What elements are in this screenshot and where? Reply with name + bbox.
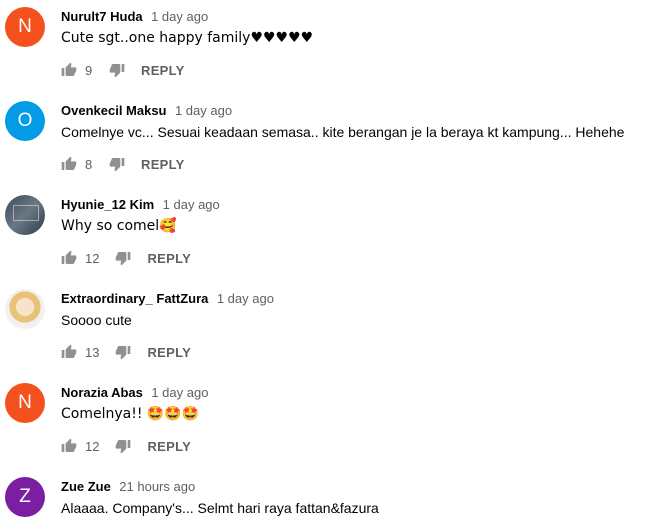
author-name[interactable]: Extraordinary_ FattZura [61, 291, 208, 306]
comment-thread: Hyunie_12 Kim 1 day ago Why so comel🥰 12… [0, 188, 646, 282]
like-count: 12 [85, 250, 100, 266]
comment-timestamp[interactable]: 1 day ago [163, 197, 220, 212]
avatar[interactable]: N [5, 7, 45, 47]
comment-thread: Z Zue Zue 21 hours ago Alaaaa. Company's… [0, 470, 646, 525]
comment-text: Alaaaa. Company's... Selmt hari raya fat… [61, 500, 379, 516]
thumbs-down-icon[interactable] [109, 62, 125, 78]
comment-header: Extraordinary_ FattZura 1 day ago [61, 290, 274, 308]
comment-text: Comelnye vc... Sesuai keadaan semasa.. k… [61, 124, 625, 140]
thumbs-up-icon[interactable] [61, 344, 77, 360]
reply-button[interactable]: REPLY [141, 63, 185, 78]
comment-timestamp[interactable]: 1 day ago [151, 385, 208, 400]
comment-text: Soooo cute [61, 312, 132, 328]
comment-timestamp[interactable]: 21 hours ago [119, 479, 195, 494]
thumbs-up-icon[interactable] [61, 156, 77, 172]
author-name[interactable]: Zue Zue [61, 479, 111, 494]
comment-thread: N Nurult7 Huda 1 day ago Cute sgt..one h… [0, 0, 646, 94]
comment-actions: 9 REPLY [61, 61, 185, 79]
thumbs-down-icon[interactable] [115, 250, 131, 266]
comment-thread: Extraordinary_ FattZura 1 day ago Soooo … [0, 282, 646, 376]
reply-button[interactable]: REPLY [147, 251, 191, 266]
comment-header: Norazia Abas 1 day ago [61, 384, 208, 402]
thumbs-down-icon[interactable] [109, 156, 125, 172]
avatar[interactable] [5, 195, 45, 235]
comment-actions: 12 REPLY [61, 249, 191, 267]
comment-thread: N Norazia Abas 1 day ago Comelnya!! 🤩🤩🤩 … [0, 376, 646, 470]
thumbs-up-icon[interactable] [61, 250, 77, 266]
comment-actions: 12 REPLY [61, 437, 191, 455]
author-name[interactable]: Hyunie_12 Kim [61, 197, 154, 212]
like-count: 13 [85, 344, 100, 360]
thumbs-up-icon[interactable] [61, 438, 77, 454]
comment-header: Zue Zue 21 hours ago [61, 478, 195, 496]
reply-button[interactable]: REPLY [147, 439, 191, 454]
comment-text: Comelnya!! 🤩🤩🤩 [61, 406, 200, 422]
thumbs-down-icon[interactable] [115, 438, 131, 454]
thumbs-up-icon[interactable] [61, 62, 77, 78]
comment-actions: 8 REPLY [61, 155, 185, 173]
reply-button[interactable]: REPLY [147, 345, 191, 360]
avatar[interactable]: O [5, 101, 45, 141]
avatar[interactable] [5, 289, 45, 329]
like-count: 8 [85, 156, 93, 172]
author-name[interactable]: Nurult7 Huda [61, 9, 143, 24]
comment-timestamp[interactable]: 1 day ago [175, 103, 232, 118]
comment-text: Why so comel🥰 [61, 218, 177, 234]
avatar[interactable]: N [5, 383, 45, 423]
author-name[interactable]: Ovenkecil Maksu [61, 103, 167, 118]
comment-header: Nurult7 Huda 1 day ago [61, 8, 208, 26]
comment-header: Hyunie_12 Kim 1 day ago [61, 196, 220, 214]
like-count: 9 [85, 62, 93, 78]
reply-button[interactable]: REPLY [141, 157, 185, 172]
like-count: 12 [85, 438, 100, 454]
comment-timestamp[interactable]: 1 day ago [217, 291, 274, 306]
comment-thread: O Ovenkecil Maksu 1 day ago Comelnye vc.… [0, 94, 646, 188]
avatar[interactable]: Z [5, 477, 45, 517]
comment-actions: 13 REPLY [61, 343, 191, 361]
author-name[interactable]: Norazia Abas [61, 385, 143, 400]
comment-header: Ovenkecil Maksu 1 day ago [61, 102, 232, 120]
comment-timestamp[interactable]: 1 day ago [151, 9, 208, 24]
thumbs-down-icon[interactable] [115, 344, 131, 360]
comment-text: Cute sgt..one happy family♥♥♥♥♥ [61, 30, 314, 46]
